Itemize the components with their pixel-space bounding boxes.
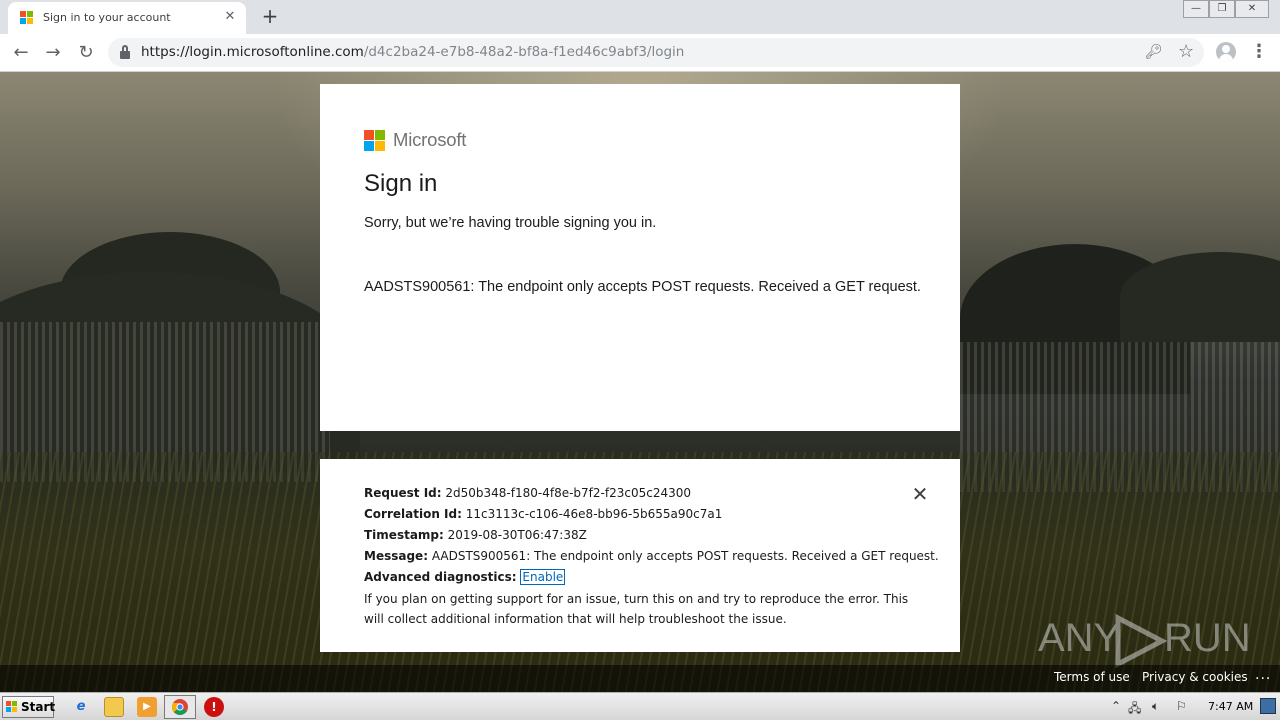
timestamp-value: 2019-08-30T06:47:38Z (447, 528, 587, 542)
signin-message: Sorry, but we’re having trouble signing … (364, 215, 657, 231)
diagnostics-note: If you plan on getting support for an is… (364, 592, 909, 626)
watermark-left-text: ANY (1038, 616, 1121, 660)
browser-toolbar: ← → ↻ https://login.microsoftonline.com/… (0, 34, 1280, 72)
media-player-icon[interactable]: ▶ (137, 697, 157, 717)
browser-menu-icon[interactable]: ⋮ (1250, 40, 1268, 64)
minimize-window-button[interactable]: — (1183, 0, 1209, 18)
page-title: Sign in (364, 170, 438, 197)
url-path: /d4c2ba24-e7b8-48a2-bf8a-f1ed46c9abf3/lo… (363, 44, 685, 60)
taskbar-clock[interactable]: 7:47 AM (1208, 700, 1253, 713)
signin-card: Microsoft Sign in Sorry, but we’re havin… (320, 84, 960, 431)
restore-window-button[interactable]: ❐ (1209, 0, 1235, 18)
message-row: Message: AADSTS900561: The endpoint only… (364, 549, 939, 563)
tray-expand-icon[interactable]: ⌃ (1111, 699, 1121, 713)
windows-taskbar: Start e ▶ ! ⌃ 🖧︎ 🔈︎ ⚐ 7:47 AM (0, 692, 1280, 720)
watermark-right-text: RUN (1164, 616, 1251, 660)
windows-flag-icon (6, 701, 18, 713)
request-id-label: Request Id: (364, 486, 442, 500)
logo-wordmark: Microsoft (393, 129, 467, 150)
address-bar[interactable]: https://login.microsoftonline.com/d4c2ba… (108, 38, 1204, 67)
debug-details-panel: ✕ Request Id: 2d50b348-f180-4f8e-b7f2-f2… (320, 459, 960, 652)
chrome-icon (172, 699, 188, 715)
watermark-play-icon (1115, 614, 1168, 668)
volume-icon[interactable]: 🔈︎ (1152, 699, 1159, 714)
network-icon[interactable]: 🖧︎ (1128, 699, 1141, 720)
internet-explorer-icon[interactable]: e (71, 697, 91, 717)
timestamp-label: Timestamp: (364, 528, 444, 542)
page-footer: Terms of use Privacy & cookies ... (0, 665, 1280, 692)
tab-title: Sign in to your account (43, 11, 171, 24)
correlation-id-value: 11c3113c-c106-46e8-bb96-5b655a90c7a1 (465, 507, 723, 521)
tab-close-icon[interactable]: ✕ (222, 9, 238, 25)
timestamp-row: Timestamp: 2019-08-30T06:47:38Z (364, 528, 587, 542)
request-id-value: 2d50b348-f180-4f8e-b7f2-f23c05c24300 (445, 486, 692, 500)
browser-tabstrip: Sign in to your account ✕ + — ❐ ✕ (0, 0, 1280, 34)
microsoft-favicon-icon (20, 11, 34, 25)
correlation-id-row: Correlation Id: 11c3113c-c106-46e8-bb96-… (364, 507, 722, 521)
file-explorer-icon[interactable] (104, 697, 124, 717)
start-button[interactable]: Start (2, 696, 56, 718)
privacy-cookies-link[interactable]: Privacy & cookies (1142, 670, 1248, 684)
url-text[interactable]: https://login.microsoftonline.com/d4c2ba… (141, 44, 684, 60)
opera-icon[interactable]: ! (204, 697, 224, 717)
diagnostics-label: Advanced diagnostics: (364, 570, 517, 584)
error-message: AADSTS900561: The endpoint only accepts … (364, 279, 921, 295)
browser-tab-active[interactable]: Sign in to your account ✕ (8, 2, 246, 34)
message-label: Message: (364, 549, 428, 563)
terms-of-use-link[interactable]: Terms of use (1054, 670, 1130, 684)
enable-diagnostics-link[interactable]: Enable (520, 569, 566, 585)
back-arrow-icon[interactable]: ← (9, 41, 33, 65)
key-icon[interactable]: 🔑︎ (1145, 44, 1163, 60)
lock-icon[interactable] (120, 45, 130, 59)
more-options-icon[interactable]: ... (1255, 667, 1271, 683)
message-value: AADSTS900561: The endpoint only accepts … (431, 549, 939, 563)
close-details-icon[interactable]: ✕ (910, 484, 930, 504)
close-window-button[interactable]: ✕ (1235, 0, 1269, 18)
request-id-row: Request Id: 2d50b348-f180-4f8e-b7f2-f23c… (364, 486, 691, 500)
diagnostics-row: Advanced diagnostics: Enable (364, 569, 566, 585)
reload-icon[interactable]: ↻ (74, 41, 98, 65)
correlation-id-label: Correlation Id: (364, 507, 462, 521)
show-desktop-icon[interactable] (1260, 698, 1276, 714)
bookmark-star-icon[interactable]: ☆ (1178, 41, 1194, 62)
action-center-flag-icon[interactable]: ⚐ (1176, 699, 1187, 713)
chrome-taskbar-button[interactable] (164, 695, 196, 719)
start-label: Start (21, 700, 56, 714)
profile-avatar-icon[interactable] (1216, 42, 1236, 62)
forward-arrow-icon[interactable]: → (41, 41, 65, 65)
url-host: https://login.microsoftonline.com (141, 44, 364, 60)
new-tab-button[interactable]: + (258, 5, 282, 29)
